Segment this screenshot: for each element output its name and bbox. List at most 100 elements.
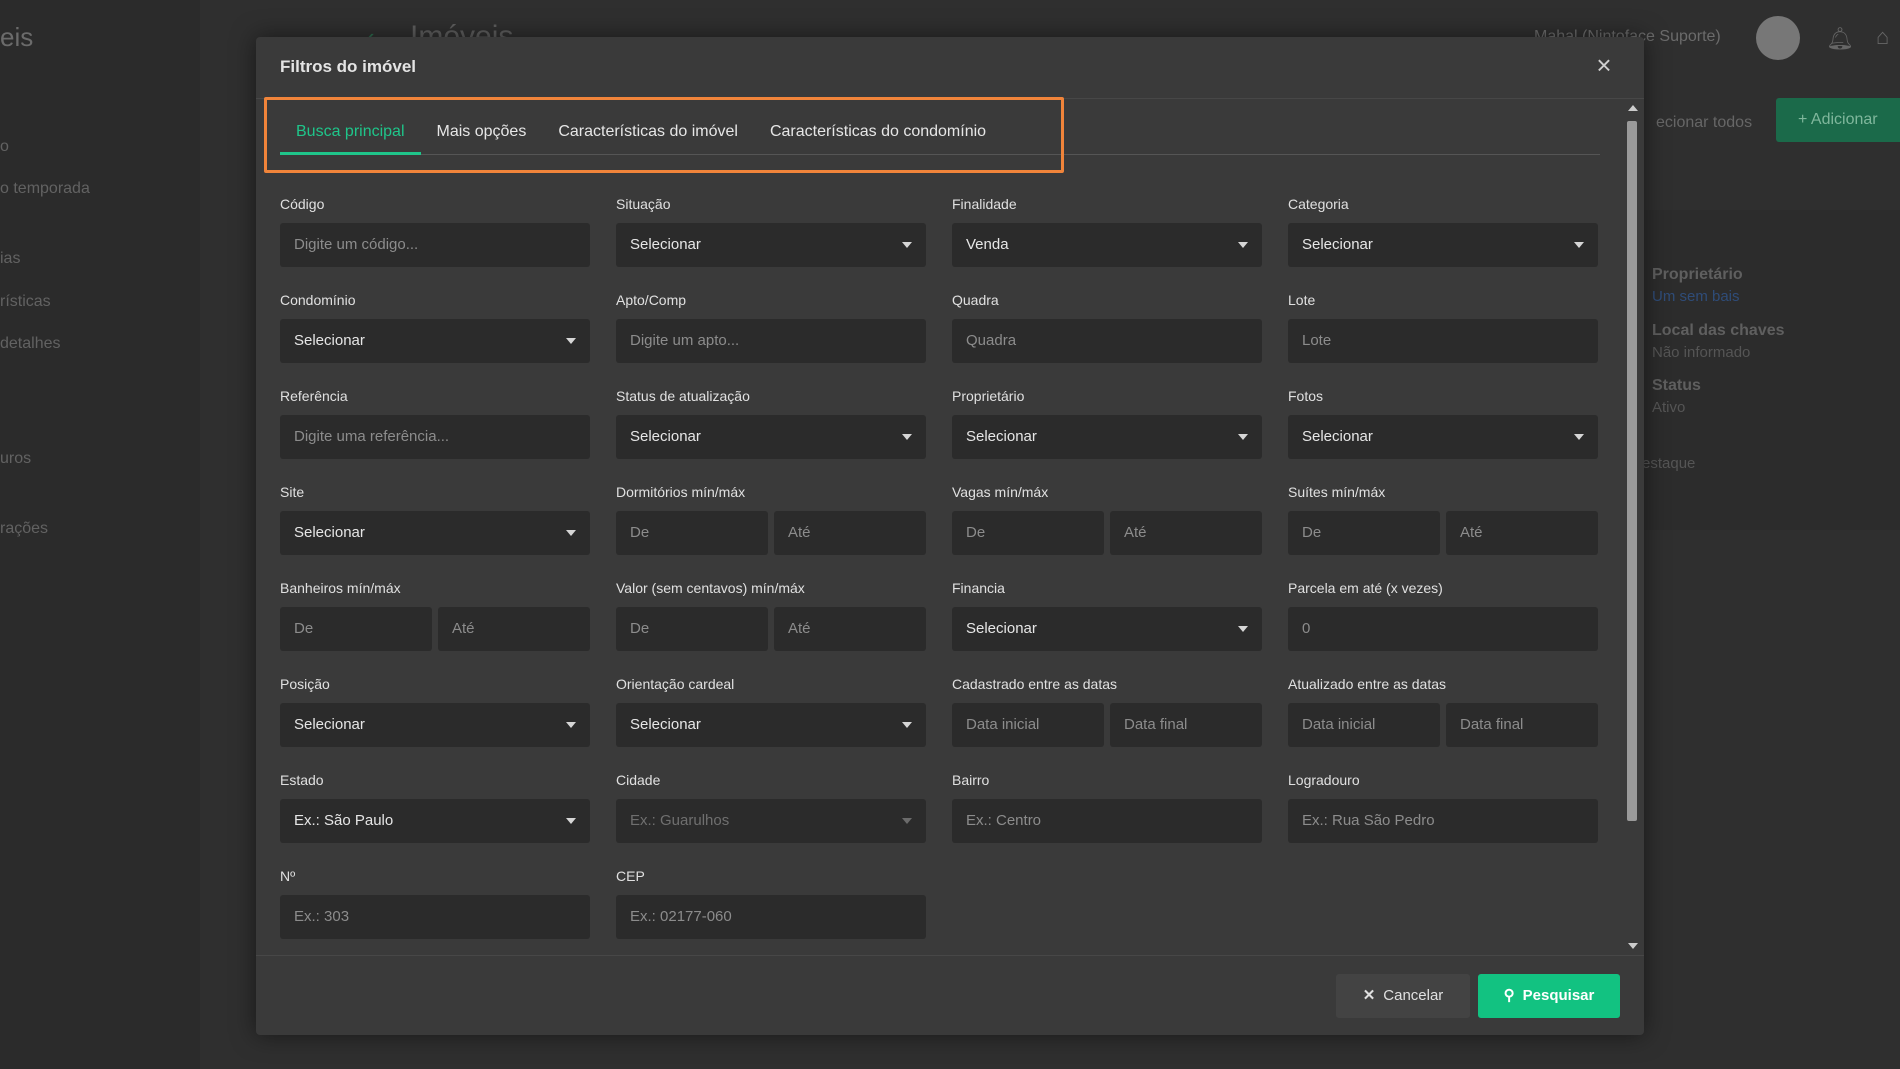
sidebar-item[interactable]: ias xyxy=(0,250,20,268)
vagas-max-input[interactable]: Até xyxy=(1110,511,1262,555)
caret-down-icon xyxy=(902,434,912,440)
field-valor: Valor (sem centavos) mín/máx De Até xyxy=(616,577,926,651)
orientacao-select[interactable]: Selecionar xyxy=(616,703,926,747)
cadastrado-end-date-input[interactable]: Data final xyxy=(1110,703,1262,747)
field-categoria: Categoria Selecionar xyxy=(1288,193,1598,267)
tab-mais-opcoes[interactable]: Mais opções xyxy=(421,109,543,155)
detail-value: Ativo xyxy=(1652,399,1686,416)
caret-down-icon xyxy=(566,338,576,344)
brand-logo-text: eis xyxy=(0,22,34,52)
detail-label: Proprietário xyxy=(1652,266,1743,283)
valor-max-input[interactable]: Até xyxy=(774,607,926,651)
banheiros-min-input[interactable]: De xyxy=(280,607,432,651)
bell-icon[interactable]: 🔔︎ xyxy=(1826,26,1854,52)
valor-min-input[interactable]: De xyxy=(616,607,768,651)
finalidade-select[interactable]: Venda xyxy=(952,223,1262,267)
select-value: Selecionar xyxy=(1302,236,1373,253)
cep-input[interactable]: Ex.: 02177-060 xyxy=(616,895,926,939)
referencia-input[interactable]: Digite uma referência... xyxy=(280,415,590,459)
logradouro-input[interactable]: Ex.: Rua São Pedro xyxy=(1288,799,1598,843)
field-condominio: Condomínio Selecionar xyxy=(280,289,590,363)
atualizado-start-date-input[interactable]: Data inicial xyxy=(1288,703,1440,747)
quadra-input[interactable]: Quadra xyxy=(952,319,1262,363)
field-label: Orientação cardeal xyxy=(616,676,735,692)
caret-down-icon xyxy=(902,722,912,728)
select-value: Ex.: São Paulo xyxy=(294,812,394,829)
caret-down-icon xyxy=(1574,242,1584,248)
dormitorios-min-input[interactable]: De xyxy=(616,511,768,555)
field-cep: CEP Ex.: 02177-060 xyxy=(616,865,926,939)
tab-busca-principal[interactable]: Busca principal xyxy=(280,109,421,155)
add-button[interactable]: + Adicionar xyxy=(1776,98,1900,142)
field-proprietario: Proprietário Selecionar xyxy=(952,385,1262,459)
cidade-select[interactable]: Ex.: Guarulhos xyxy=(616,799,926,843)
cadastrado-start-date-input[interactable]: Data inicial xyxy=(952,703,1104,747)
field-orientacao: Orientação cardeal Selecionar xyxy=(616,673,926,747)
filter-tabs: Busca principal Mais opções Característi… xyxy=(280,109,1600,155)
categoria-select[interactable]: Selecionar xyxy=(1288,223,1598,267)
posicao-select[interactable]: Selecionar xyxy=(280,703,590,747)
field-fotos: Fotos Selecionar xyxy=(1288,385,1598,459)
codigo-input[interactable]: Digite um código... xyxy=(280,223,590,267)
situacao-select[interactable]: Selecionar xyxy=(616,223,926,267)
bairro-input[interactable]: Ex.: Centro xyxy=(952,799,1262,843)
sidebar-item[interactable]: o temporada xyxy=(0,180,90,198)
field-numero: Nº Ex.: 303 xyxy=(280,865,590,939)
field-referencia: Referência Digite uma referência... xyxy=(280,385,590,459)
scroll-up-icon[interactable] xyxy=(1628,105,1638,111)
field-banheiros: Banheiros mín/máx De Até xyxy=(280,577,590,651)
tab-caracteristicas-condominio[interactable]: Características do condomínio xyxy=(754,109,1002,155)
vagas-min-input[interactable]: De xyxy=(952,511,1104,555)
field-dormitorios: Dormitórios mín/máx De Até xyxy=(616,481,926,555)
sidebar-item[interactable]: uros xyxy=(0,450,31,468)
field-site: Site Selecionar xyxy=(280,481,590,555)
filter-form: Código Digite um código... Situação Sele… xyxy=(280,193,1600,993)
suites-min-input[interactable]: De xyxy=(1288,511,1440,555)
search-button[interactable]: ⚲ Pesquisar xyxy=(1478,974,1620,1018)
sidebar-item[interactable]: o xyxy=(0,138,9,156)
suites-max-input[interactable]: Até xyxy=(1446,511,1598,555)
caret-down-icon xyxy=(566,530,576,536)
atualizado-end-date-input[interactable]: Data final xyxy=(1446,703,1598,747)
detail-value[interactable]: Um sem bais xyxy=(1652,288,1740,305)
caret-down-icon xyxy=(1238,434,1248,440)
field-label: Site xyxy=(280,484,305,500)
parcela-input[interactable]: 0 xyxy=(1288,607,1598,651)
numero-input[interactable]: Ex.: 303 xyxy=(280,895,590,939)
form-scrollbar[interactable] xyxy=(1626,105,1638,949)
scroll-thumb[interactable] xyxy=(1627,121,1637,821)
close-icon[interactable]: × xyxy=(1590,51,1618,79)
field-atualizado: Atualizado entre as datas Data inicial D… xyxy=(1288,673,1598,747)
gift-icon[interactable]: ⌂ xyxy=(1876,24,1889,50)
sidebar-item[interactable]: rações xyxy=(0,520,48,538)
dormitorios-max-input[interactable]: Até xyxy=(774,511,926,555)
sidebar-item[interactable]: rísticas xyxy=(0,293,51,311)
field-cidade: Cidade Ex.: Guarulhos xyxy=(616,769,926,843)
financia-select[interactable]: Selecionar xyxy=(952,607,1262,651)
banheiros-max-input[interactable]: Até xyxy=(438,607,590,651)
select-value: Selecionar xyxy=(1302,428,1373,445)
lote-input[interactable]: Lote xyxy=(1288,319,1598,363)
search-button-label: Pesquisar xyxy=(1522,987,1595,1004)
filters-modal: Filtros do imóvel × Busca principal Mais… xyxy=(256,37,1644,1035)
status-select[interactable]: Selecionar xyxy=(616,415,926,459)
site-select[interactable]: Selecionar xyxy=(280,511,590,555)
avatar[interactable] xyxy=(1756,16,1800,60)
scroll-down-icon[interactable] xyxy=(1628,943,1638,949)
field-label: Cadastrado entre as datas xyxy=(952,676,1117,692)
proprietario-select[interactable]: Selecionar xyxy=(952,415,1262,459)
caret-down-icon xyxy=(1238,626,1248,632)
cancel-button[interactable]: ✕ Cancelar xyxy=(1336,974,1470,1018)
select-all-link[interactable]: ecionar todos xyxy=(1656,114,1752,132)
select-value: Venda xyxy=(966,236,1009,253)
condominio-select[interactable]: Selecionar xyxy=(280,319,590,363)
tab-caracteristicas-imovel[interactable]: Características do imóvel xyxy=(542,109,754,155)
apto-input[interactable]: Digite um apto... xyxy=(616,319,926,363)
sidebar-item[interactable]: detalhes xyxy=(0,335,61,353)
field-estado: Estado Ex.: São Paulo xyxy=(280,769,590,843)
estado-select[interactable]: Ex.: São Paulo xyxy=(280,799,590,843)
field-label: Nº xyxy=(280,868,296,884)
fotos-select[interactable]: Selecionar xyxy=(1288,415,1598,459)
detail-value: Não informado xyxy=(1652,344,1751,361)
field-financia: Financia Selecionar xyxy=(952,577,1262,651)
